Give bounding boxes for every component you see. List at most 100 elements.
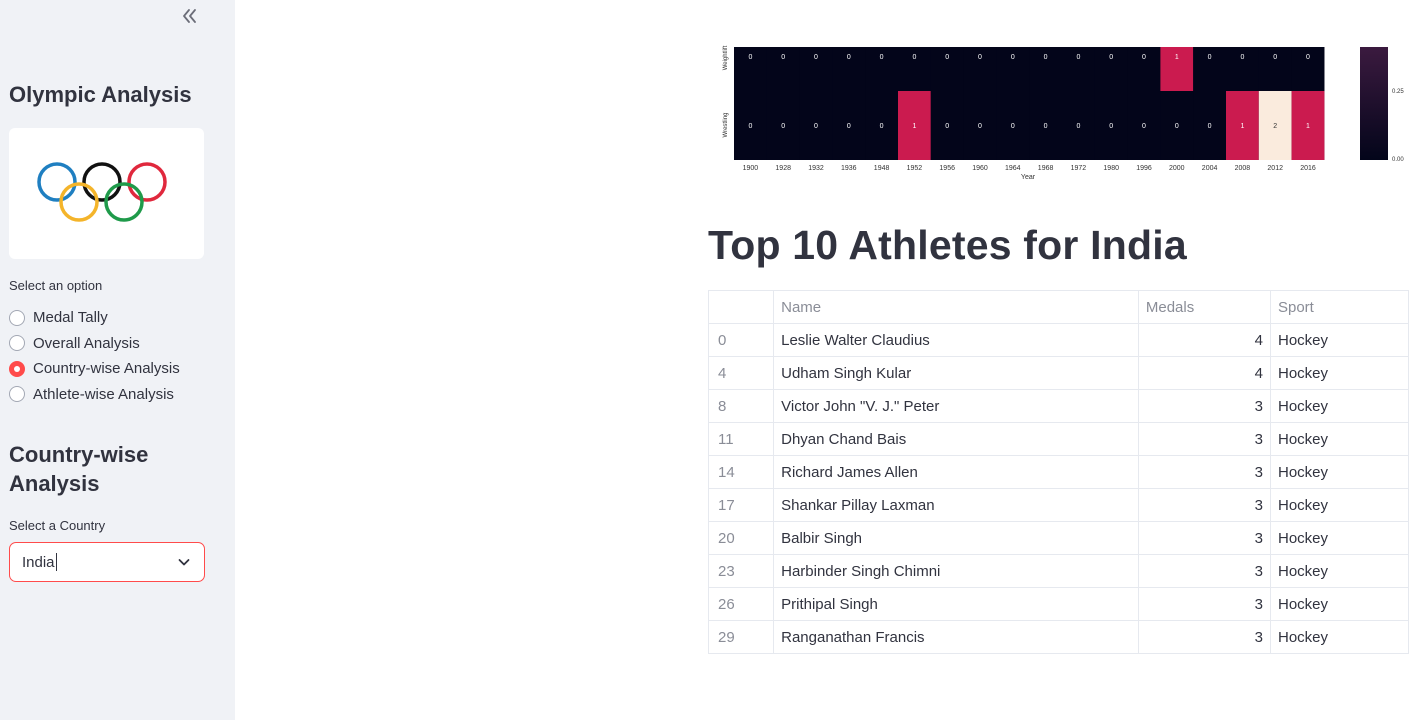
x-tick-label: 1948 bbox=[874, 165, 890, 172]
x-tick-label: 1932 bbox=[808, 165, 824, 172]
sidebar-title: Olympic Analysis bbox=[9, 82, 192, 107]
x-tick-label: 2000 bbox=[1169, 165, 1185, 172]
x-tick-label: 2004 bbox=[1202, 165, 1218, 172]
radio-athlete-wise-analysis[interactable]: Athlete-wise Analysis bbox=[9, 382, 180, 408]
heatmap-cell-label: 0 bbox=[1011, 123, 1015, 130]
text-cursor bbox=[55, 553, 57, 571]
colorbar-tick-label: 0.25 bbox=[1392, 89, 1404, 95]
heatmap-cell-label: 1 bbox=[1240, 123, 1244, 130]
heatmap-cell-label: 1 bbox=[912, 123, 916, 130]
radio-circle[interactable] bbox=[9, 335, 25, 352]
radio-circle[interactable] bbox=[9, 386, 25, 403]
table-row[interactable]: 8 Victor John "V. J." Peter 3 Hockey bbox=[707, 389, 1409, 423]
colorbar-tick-label: 0.00 bbox=[1392, 157, 1404, 163]
row-index: 11 bbox=[707, 422, 775, 456]
medal-count: 3 bbox=[1137, 587, 1271, 621]
heatmap-cell-label: 2 bbox=[1273, 123, 1277, 130]
olympic-rings-logo bbox=[9, 128, 204, 259]
medal-count: 3 bbox=[1137, 488, 1271, 522]
heatmap-cell-label: 0 bbox=[781, 123, 785, 130]
heatmap-cell-label: 0 bbox=[847, 123, 851, 130]
sport-name: Hockey bbox=[1269, 389, 1409, 423]
collapse-sidebar-button[interactable] bbox=[178, 5, 202, 29]
top-athletes-table: Name Medals Sport 0 Leslie Walter Claudiu… bbox=[707, 290, 1409, 654]
column-header-medals[interactable]: Medals bbox=[1137, 290, 1271, 324]
heatmap-cell-label: 0 bbox=[945, 54, 949, 61]
heatmap-cell-label: 0 bbox=[1175, 123, 1179, 130]
heatmap-cell-label: 0 bbox=[978, 54, 982, 61]
sport-name: Hockey bbox=[1269, 356, 1409, 390]
athlete-name: Udham Singh Kular bbox=[773, 356, 1139, 390]
x-tick-label: 2008 bbox=[1235, 165, 1251, 172]
column-header-index[interactable] bbox=[707, 290, 775, 324]
x-axis-label: Year bbox=[1021, 174, 1036, 181]
row-index: 26 bbox=[707, 587, 775, 621]
analysis-radio-group: Medal Tally Overall Analysis Country-wis… bbox=[9, 305, 180, 407]
table-row[interactable]: 0 Leslie Walter Claudius 4 Hockey bbox=[707, 323, 1409, 357]
column-header-name[interactable]: Name bbox=[773, 290, 1139, 324]
x-tick-label: 1960 bbox=[972, 165, 988, 172]
radio-label: Medal Tally bbox=[33, 309, 108, 327]
radio-circle-selected[interactable] bbox=[9, 360, 25, 377]
table-row[interactable]: 17 Shankar Pillay Laxman 3 Hockey bbox=[707, 488, 1409, 522]
x-tick-label: 1972 bbox=[1071, 165, 1087, 172]
heatmap-cell-label: 0 bbox=[781, 54, 785, 61]
heatmap-cell-label: 0 bbox=[945, 123, 949, 130]
radio-circle[interactable] bbox=[9, 309, 25, 326]
heatmap-cell-label: 0 bbox=[1011, 54, 1015, 61]
table-row[interactable]: 11 Dhyan Chand Bais 3 Hockey bbox=[707, 422, 1409, 456]
row-index: 23 bbox=[707, 554, 775, 588]
sport-name: Hockey bbox=[1269, 554, 1409, 588]
medal-count: 3 bbox=[1137, 389, 1271, 423]
x-tick-label: 2016 bbox=[1300, 165, 1316, 172]
radio-medal-tally[interactable]: Medal Tally bbox=[9, 305, 180, 331]
medal-count: 3 bbox=[1137, 422, 1271, 456]
table-row[interactable]: 26 Prithipal Singh 3 Hockey bbox=[707, 587, 1409, 621]
table-row[interactable]: 23 Harbinder Singh Chimni 3 Hockey bbox=[707, 554, 1409, 588]
heatmap-cell-label: 0 bbox=[1044, 54, 1048, 61]
heatmap-cell-label: 0 bbox=[1208, 54, 1212, 61]
athlete-name: Prithipal Singh bbox=[773, 587, 1139, 621]
heatmap-cell-label: 0 bbox=[1076, 54, 1080, 61]
radio-overall-analysis[interactable]: Overall Analysis bbox=[9, 331, 180, 357]
table-row[interactable]: 4 Udham Singh Kular 4 Hockey bbox=[707, 356, 1409, 390]
medal-count: 4 bbox=[1137, 356, 1271, 390]
x-tick-label: 2012 bbox=[1267, 165, 1283, 172]
radio-country-wise-analysis[interactable]: Country-wise Analysis bbox=[9, 356, 180, 382]
heatmap-cell-label: 0 bbox=[1240, 54, 1244, 61]
heatmap-cell-label: 0 bbox=[912, 54, 916, 61]
x-tick-label: 1968 bbox=[1038, 165, 1054, 172]
sport-name: Hockey bbox=[1269, 620, 1409, 654]
table-row[interactable]: 20 Balbir Singh 3 Hockey bbox=[707, 521, 1409, 555]
athlete-name: Victor John "V. J." Peter bbox=[773, 389, 1139, 423]
heatmap-cell-label: 0 bbox=[814, 54, 818, 61]
heatmap-cell-label: 0 bbox=[814, 123, 818, 130]
radio-label: Overall Analysis bbox=[33, 334, 140, 352]
sport-name: Hockey bbox=[1269, 455, 1409, 489]
heatmap-cell-label: 0 bbox=[978, 123, 982, 130]
page-heading: Top 10 Athletes for India bbox=[708, 222, 1187, 268]
heatmap-cell-label: 0 bbox=[1044, 123, 1048, 130]
table-row[interactable]: 14 Richard James Allen 3 Hockey bbox=[707, 455, 1409, 489]
medal-count: 3 bbox=[1137, 521, 1271, 555]
sport-name: Hockey bbox=[1269, 422, 1409, 456]
heatmap-cell-label: 0 bbox=[847, 54, 851, 61]
chevron-down-icon bbox=[178, 559, 190, 566]
medal-count: 3 bbox=[1137, 620, 1271, 654]
athlete-name: Leslie Walter Claudius bbox=[773, 323, 1139, 357]
x-tick-label: 1996 bbox=[1136, 165, 1152, 172]
column-header-sport[interactable]: Sport bbox=[1269, 290, 1409, 324]
row-index: 17 bbox=[707, 488, 775, 522]
sport-name: Hockey bbox=[1269, 521, 1409, 555]
medal-count: 4 bbox=[1137, 323, 1271, 357]
x-tick-label: 1936 bbox=[841, 165, 857, 172]
country-select[interactable]: India bbox=[9, 542, 205, 582]
row-index: 29 bbox=[707, 620, 775, 654]
x-tick-label: 1900 bbox=[743, 165, 759, 172]
table-row[interactable]: 29 Ranganathan Francis 3 Hockey bbox=[707, 620, 1409, 654]
heatmap-cell-label: 0 bbox=[880, 54, 884, 61]
heatmap-cell-label: 0 bbox=[1109, 54, 1113, 61]
x-tick-label: 1952 bbox=[907, 165, 923, 172]
heatmap-cell-label: 0 bbox=[748, 123, 752, 130]
table-header-row: Name Medals Sport bbox=[707, 290, 1409, 324]
